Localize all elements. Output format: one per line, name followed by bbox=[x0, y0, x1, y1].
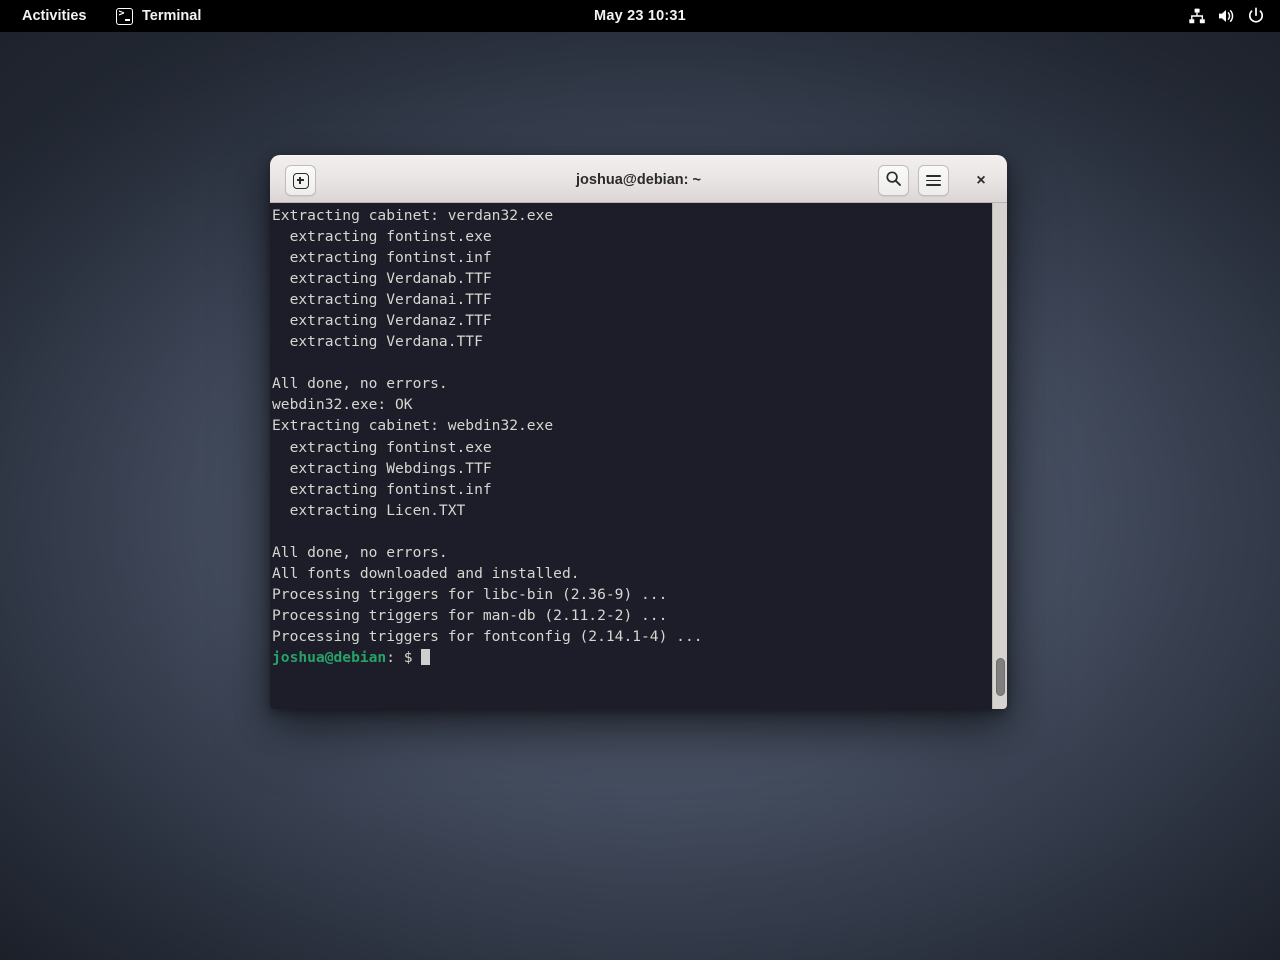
plus-icon bbox=[292, 172, 309, 189]
terminal-line: Processing triggers for fontconfig (2.14… bbox=[272, 627, 703, 645]
network-wired-icon bbox=[1188, 7, 1206, 25]
scrollbar-thumb[interactable] bbox=[996, 658, 1005, 696]
terminal-prompt-line: joshua@debian: $ bbox=[272, 647, 972, 668]
window-titlebar[interactable]: joshua@debian: ~ × bbox=[270, 155, 1007, 203]
new-tab-button[interactable] bbox=[285, 165, 316, 196]
terminal-line: Processing triggers for man-db (2.11.2-2… bbox=[272, 606, 668, 624]
menu-button[interactable] bbox=[918, 165, 949, 196]
prompt-separator: : $ bbox=[386, 648, 422, 666]
system-status-area[interactable] bbox=[1181, 0, 1272, 32]
search-button[interactable] bbox=[878, 165, 909, 196]
prompt-user-host: joshua@debian bbox=[272, 648, 387, 666]
hamburger-menu-icon bbox=[926, 172, 941, 190]
terminal-line: extracting Licen.TXT bbox=[272, 501, 466, 519]
terminal-window[interactable]: joshua@debian: ~ × Extracting cabinet: v… bbox=[270, 155, 1007, 709]
terminal-line: All done, no errors. bbox=[272, 543, 448, 561]
terminal-line: extracting fontinst.exe bbox=[272, 228, 492, 246]
clock-button[interactable]: May 23 10:31 bbox=[0, 0, 1280, 32]
terminal-line: extracting Verdana.TTF bbox=[272, 333, 483, 351]
terminal-line: All fonts downloaded and installed. bbox=[272, 564, 580, 582]
terminal-scrollbar[interactable] bbox=[992, 203, 1007, 709]
terminal-line: extracting Verdanaz.TTF bbox=[272, 312, 492, 330]
terminal-line: extracting fontinst.exe bbox=[272, 438, 492, 456]
terminal-line: All done, no errors. bbox=[272, 375, 448, 393]
terminal-line: extracting Webdings.TTF bbox=[272, 459, 492, 477]
terminal-line: webdin32.exe: OK bbox=[272, 396, 413, 414]
terminal-line: extracting Verdanab.TTF bbox=[272, 270, 492, 288]
terminal-body[interactable]: Extracting cabinet: verdan32.exe extract… bbox=[270, 203, 1007, 709]
terminal-line: extracting fontinst.inf bbox=[272, 249, 492, 267]
search-icon bbox=[885, 170, 902, 192]
gnome-top-bar: Activities Terminal May 23 10:31 bbox=[0, 0, 1280, 32]
power-icon bbox=[1247, 7, 1265, 25]
terminal-line: extracting fontinst.inf bbox=[272, 480, 492, 498]
close-icon: × bbox=[976, 171, 986, 189]
volume-icon bbox=[1217, 7, 1236, 25]
clock-label: May 23 10:31 bbox=[594, 8, 686, 24]
terminal-line: Extracting cabinet: webdin32.exe bbox=[272, 417, 554, 435]
terminal-line: Extracting cabinet: verdan32.exe bbox=[272, 207, 554, 224]
close-button[interactable]: × bbox=[965, 165, 997, 196]
terminal-line: Processing triggers for libc-bin (2.36-9… bbox=[272, 585, 668, 603]
terminal-line: extracting Verdanai.TTF bbox=[272, 291, 492, 309]
terminal-output: Extracting cabinet: verdan32.exe extract… bbox=[272, 205, 972, 668]
terminal-cursor bbox=[421, 648, 431, 665]
